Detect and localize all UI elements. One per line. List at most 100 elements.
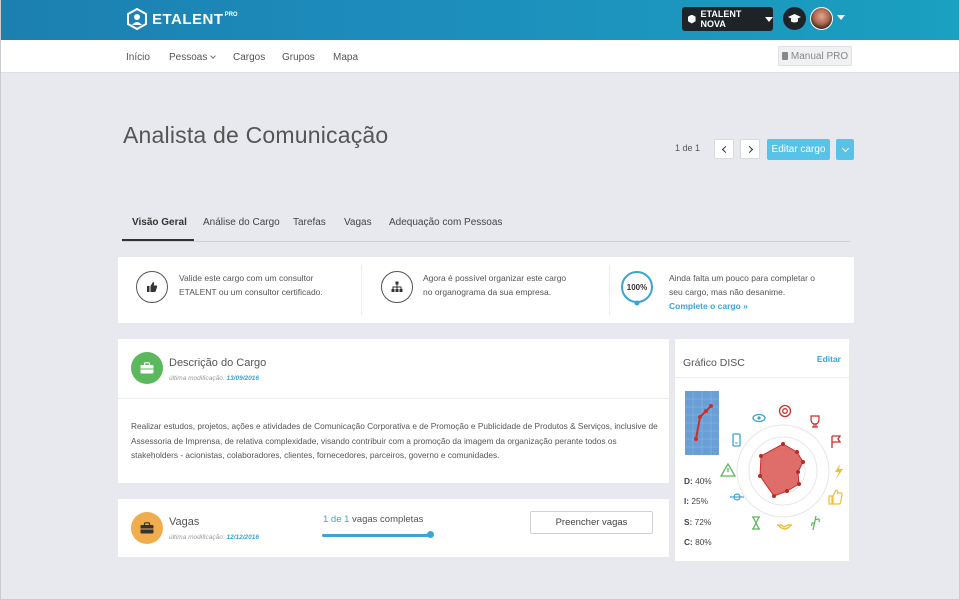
tab-tarefas[interactable]: Tarefas [293,217,326,228]
vacancies-card: Vagas última modificação: 12/12/2016 1 d… [118,499,669,557]
modified-date: 12/12/2016 [226,534,259,541]
graduation-cap-button[interactable] [783,7,806,30]
org-chart-icon [381,271,413,303]
user-menu-caret-icon[interactable] [837,15,845,20]
next-button[interactable] [740,139,760,159]
chevron-down-icon [841,144,849,152]
brand-logo[interactable]: ETALENT PRO [127,8,238,30]
tab-vagas[interactable]: Vagas [344,217,372,228]
thumbs-up-icon [136,271,168,303]
tab-analise-do-cargo[interactable]: Análise do Cargo [203,217,280,228]
manual-pro-button[interactable]: Manual PRO [778,46,852,66]
disc-stat-d: D: 40% [684,476,712,486]
job-description-body: Realizar estudos, projetos, ações e ativ… [131,421,658,460]
target-icon [778,404,792,418]
nav-item-mapa[interactable]: Mapa [333,52,358,63]
complete-line2: seu cargo, mas não desanime. [669,287,786,297]
complete-job-link[interactable]: Complete o cargo » [669,299,815,313]
disc-line-graph [685,391,719,455]
separator [609,265,610,315]
network-icon [730,493,744,501]
completion-percent-ring: 100% [621,271,653,306]
modified-label: última modificação: [169,534,225,541]
modified-date: 13/09/2016 [226,375,259,382]
disc-stat-key: C: [684,537,693,547]
modified-label: última modificação: [169,375,225,382]
company-label: ETALENT NOVA [700,9,742,29]
disc-stat-i: I: 25% [684,496,708,506]
validate-text: Valide este cargo com um consultor ETALE… [179,271,323,299]
disc-stat-c: C: 80% [684,537,712,547]
chevron-right-icon [745,145,753,153]
complete-text: Ainda falta um pouco para completar o se… [669,271,815,313]
organize-line1: Agora é possível organizar este cargo [423,273,567,283]
disc-edit-link[interactable]: Editar [817,354,841,364]
vacancies-title: Vagas [169,516,200,528]
disc-stat-key: I: [684,496,690,506]
eye-icon [752,413,766,423]
edit-job-button[interactable]: Editar cargo [767,139,830,160]
active-tab-indicator [122,239,194,241]
chevron-left-icon [721,145,729,153]
vacancies-modified: última modificação: 12/12/2016 [169,534,259,541]
vacancies-progress-knob [427,531,434,538]
vacancies-progress-bar [322,534,430,537]
complete-line1: Ainda falta um pouco para completar o [669,273,816,283]
disc-stat-s: S: 72% [684,517,711,527]
tab-bar: Visão Geral Análise do Cargo Tarefas Vag… [122,210,850,242]
disc-stat-key: D: [684,476,693,486]
disc-chart-card: Gráfico DISC Editar D: 40% I: 25% S: 72%… [675,339,849,561]
manual-pro-label: Manual PRO [790,50,849,62]
warning-icon [719,462,737,477]
user-avatar[interactable] [810,7,833,30]
separator [361,265,362,315]
sprout-icon [811,515,820,531]
organize-text: Agora é possível organizar este cargo no… [423,271,566,299]
disc-radar-chart [719,404,843,531]
completion-percent: 100% [627,283,647,292]
fill-vacancies-button[interactable]: Preencher vagas [530,511,653,534]
chevron-down-icon [210,53,217,59]
graduation-cap-icon [788,13,801,22]
disc-stat-value: 40% [695,476,712,486]
organize-line2: no organograma da sua empresa. [423,287,552,297]
nav-item-cargos[interactable]: Cargos [233,52,265,63]
hourglass-icon [752,516,760,530]
company-selector-button[interactable]: ETALENT NOVA [682,7,773,31]
disc-stat-value: 72% [694,517,712,527]
nav-item-inicio[interactable]: Início [126,52,150,63]
book-icon [781,52,788,60]
top-bar: ETALENT PRO ETALENT NOVA [0,0,960,40]
vacancies-progress-text: vagas completas [349,514,424,525]
page-title: Analista de Comunicação [123,122,389,148]
brand-name: ETALENT [152,10,224,28]
trophy-icon [810,415,820,428]
disc-stat-value: 25% [691,496,708,506]
job-description-header: Descrição do Cargo última modificação: 1… [118,339,669,399]
previous-button[interactable] [714,139,734,159]
caret-down-icon [765,16,773,22]
nav-item-pessoas-label: Pessoas [169,52,208,63]
nav-item-grupos[interactable]: Grupos [282,52,315,63]
edit-options-dropdown[interactable] [836,139,854,160]
validate-line2: ETALENT ou um consultor certificado. [179,287,323,297]
briefcase-icon [131,352,163,384]
cube-icon [688,14,696,24]
job-description-card: Descrição do Cargo última modificação: 1… [118,339,669,483]
handshake-icon [777,524,792,530]
tab-visao-geral[interactable]: Visão Geral [132,217,187,228]
pager-text: 1 de 1 [675,143,701,153]
disc-chart-title: Gráfico DISC [683,357,745,369]
info-strip: Valide este cargo com um consultor ETALE… [118,257,854,323]
validate-line1: Valide este cargo com um consultor [179,273,314,283]
tab-adequacao-com-pessoas[interactable]: Adequação com Pessoas [389,217,502,228]
lightning-icon [835,464,843,479]
brand-sup: PRO [224,12,238,18]
briefcase-icon [131,512,163,544]
etalent-logo-icon [127,8,147,30]
vacancies-progress-label: 1 de 1 vagas completas [323,514,423,525]
job-description-title: Descrição do Cargo [169,357,267,369]
job-description-modified: última modificação: 13/09/2016 [169,375,259,382]
nav-item-pessoas[interactable]: Pessoas [169,52,217,63]
thumbs-up-icon [828,489,843,505]
